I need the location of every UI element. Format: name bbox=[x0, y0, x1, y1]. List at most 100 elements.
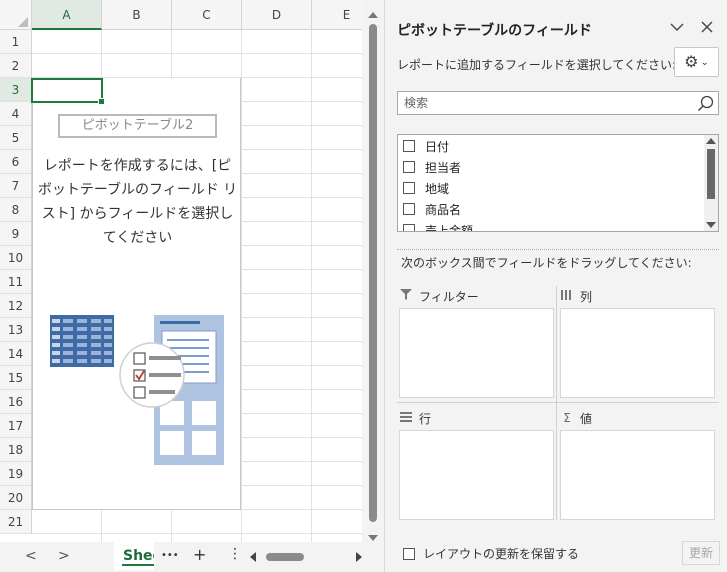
scrollbar-thumb[interactable] bbox=[369, 24, 377, 522]
row-header[interactable]: 21 bbox=[0, 510, 31, 534]
row-header[interactable]: 13 bbox=[0, 318, 31, 342]
pivot-table-name: ピボットテーブル2 bbox=[58, 114, 217, 138]
pivot-table-placeholder[interactable]: ピボットテーブル2 レポートを作成するには、[ピボットテーブルのフィールド リス… bbox=[32, 78, 241, 510]
row-header[interactable]: 16 bbox=[0, 390, 31, 414]
rows-area-header: 行 bbox=[399, 406, 554, 430]
field-checkbox[interactable] bbox=[403, 203, 415, 215]
field-checkbox[interactable] bbox=[403, 224, 415, 231]
values-drop-zone[interactable] bbox=[560, 430, 715, 520]
close-icon[interactable] bbox=[701, 19, 713, 37]
row-header[interactable]: 15 bbox=[0, 366, 31, 390]
field-item[interactable]: 地域 bbox=[403, 178, 449, 198]
scroll-down-icon[interactable] bbox=[368, 535, 378, 541]
columns-drop-zone[interactable] bbox=[560, 308, 715, 398]
field-checkbox[interactable] bbox=[403, 140, 415, 152]
filters-drop-zone[interactable] bbox=[399, 308, 554, 398]
column-header-e[interactable]: E bbox=[312, 0, 362, 30]
defer-layout-label: レイアウトの更新を保留する bbox=[423, 547, 580, 561]
rows-icon bbox=[399, 411, 413, 425]
pivot-table-fields-pane: ピボットテーブルのフィールド レポートに追加するフィールドを選択してください: … bbox=[384, 0, 727, 572]
sheet-options-icon[interactable]: ⋮ bbox=[228, 546, 242, 562]
chevron-down-icon[interactable] bbox=[670, 20, 684, 36]
gear-icon: ⚙ bbox=[684, 52, 699, 71]
row-header[interactable]: 2 bbox=[0, 54, 31, 78]
horizontal-scrollbar-thumb[interactable] bbox=[266, 553, 304, 561]
sheet-tab-bar: < > Sheet1 ••• + ⋮ bbox=[0, 542, 384, 572]
field-search-box[interactable] bbox=[397, 91, 719, 115]
field-list-scrollbar[interactable] bbox=[704, 135, 718, 231]
row-header[interactable]: 6 bbox=[0, 150, 31, 174]
section-divider bbox=[397, 249, 719, 250]
column-header-c[interactable]: C bbox=[172, 0, 242, 30]
filter-icon bbox=[399, 289, 413, 303]
next-sheet-icon[interactable]: > bbox=[58, 548, 70, 564]
search-icon[interactable] bbox=[697, 95, 714, 112]
row-header[interactable]: 4 bbox=[0, 102, 31, 126]
row-header[interactable]: 9 bbox=[0, 222, 31, 246]
rows-drop-zone[interactable] bbox=[399, 430, 554, 520]
field-list[interactable]: 日付 担当者 地域 商品名 売上金額 bbox=[397, 134, 719, 232]
field-list-settings-button[interactable]: ⚙ ⌄ bbox=[674, 47, 719, 77]
scroll-up-icon[interactable] bbox=[706, 138, 716, 144]
more-sheets-icon[interactable]: ••• bbox=[161, 550, 179, 561]
scroll-left-icon[interactable] bbox=[250, 552, 256, 562]
row-header[interactable]: 7 bbox=[0, 174, 31, 198]
filters-area-label: フィルター bbox=[419, 289, 479, 304]
column-header-a[interactable]: A bbox=[32, 0, 102, 30]
field-label: 売上金額 bbox=[425, 223, 474, 232]
worksheet[interactable]: A B C D E 1 2 3 4 5 6 7 8 9 10 11 12 13 … bbox=[0, 0, 362, 542]
row-header[interactable]: 17 bbox=[0, 414, 31, 438]
columns-area-label: 列 bbox=[580, 289, 593, 304]
row-header[interactable]: 11 bbox=[0, 270, 31, 294]
field-item[interactable]: 売上金額 bbox=[403, 220, 474, 232]
row-header[interactable]: 10 bbox=[0, 246, 31, 270]
horizontal-scrollbar[interactable] bbox=[250, 550, 362, 564]
filters-area[interactable]: フィルター bbox=[399, 284, 554, 398]
values-area[interactable]: Σ 値 bbox=[560, 406, 715, 520]
pivot-field-list-illustration-icon bbox=[50, 315, 224, 465]
defer-layout-checkbox[interactable] bbox=[403, 547, 415, 560]
field-label: 地域 bbox=[425, 181, 450, 196]
field-item[interactable]: 商品名 bbox=[403, 199, 461, 219]
row-header[interactable]: 8 bbox=[0, 198, 31, 222]
rows-area[interactable]: 行 bbox=[399, 406, 554, 520]
update-button[interactable]: 更新 bbox=[682, 541, 720, 565]
row-header[interactable]: 14 bbox=[0, 342, 31, 366]
field-checkbox[interactable] bbox=[403, 161, 415, 173]
row-header[interactable]: 19 bbox=[0, 462, 31, 486]
field-label: 担当者 bbox=[425, 160, 462, 175]
row-header[interactable]: 12 bbox=[0, 294, 31, 318]
columns-area[interactable]: 列 bbox=[560, 284, 715, 398]
chevron-down-icon: ⌄ bbox=[700, 56, 709, 68]
scrollbar-thumb[interactable] bbox=[707, 149, 715, 199]
field-checkbox[interactable] bbox=[403, 182, 415, 194]
row-header[interactable]: 18 bbox=[0, 438, 31, 462]
row-header[interactable]: 20 bbox=[0, 486, 31, 510]
defer-layout-update[interactable]: レイアウトの更新を保留する bbox=[403, 545, 579, 562]
select-all-button[interactable] bbox=[0, 0, 32, 30]
column-header-bar: A B C D E bbox=[0, 0, 362, 30]
active-cell-a3[interactable] bbox=[31, 78, 105, 105]
add-sheet-button[interactable]: + bbox=[193, 545, 206, 564]
field-label: 商品名 bbox=[425, 202, 462, 217]
row-header[interactable]: 5 bbox=[0, 126, 31, 150]
scroll-right-icon[interactable] bbox=[356, 552, 362, 562]
search-input[interactable] bbox=[404, 92, 684, 114]
field-item[interactable]: 日付 bbox=[403, 136, 449, 156]
scroll-down-icon[interactable] bbox=[706, 222, 716, 228]
vertical-scrollbar[interactable] bbox=[365, 8, 381, 543]
row-header[interactable]: 3 bbox=[0, 78, 31, 102]
field-item[interactable]: 担当者 bbox=[403, 157, 461, 177]
column-header-d[interactable]: D bbox=[242, 0, 312, 30]
columns-icon bbox=[560, 289, 574, 303]
column-header-b[interactable]: B bbox=[102, 0, 172, 30]
areas-horizontal-divider bbox=[397, 402, 719, 403]
row-header[interactable]: 1 bbox=[0, 30, 31, 54]
filters-area-header: フィルター bbox=[399, 284, 554, 308]
previous-sheet-icon[interactable]: < bbox=[25, 548, 37, 564]
scroll-up-icon[interactable] bbox=[368, 12, 378, 18]
columns-area-header: 列 bbox=[560, 284, 715, 308]
row-header-bar: 1 2 3 4 5 6 7 8 9 10 11 12 13 14 15 16 1… bbox=[0, 30, 32, 534]
sheet-tab[interactable]: Sheet1 bbox=[114, 542, 154, 570]
areas-vertical-divider bbox=[556, 286, 557, 520]
